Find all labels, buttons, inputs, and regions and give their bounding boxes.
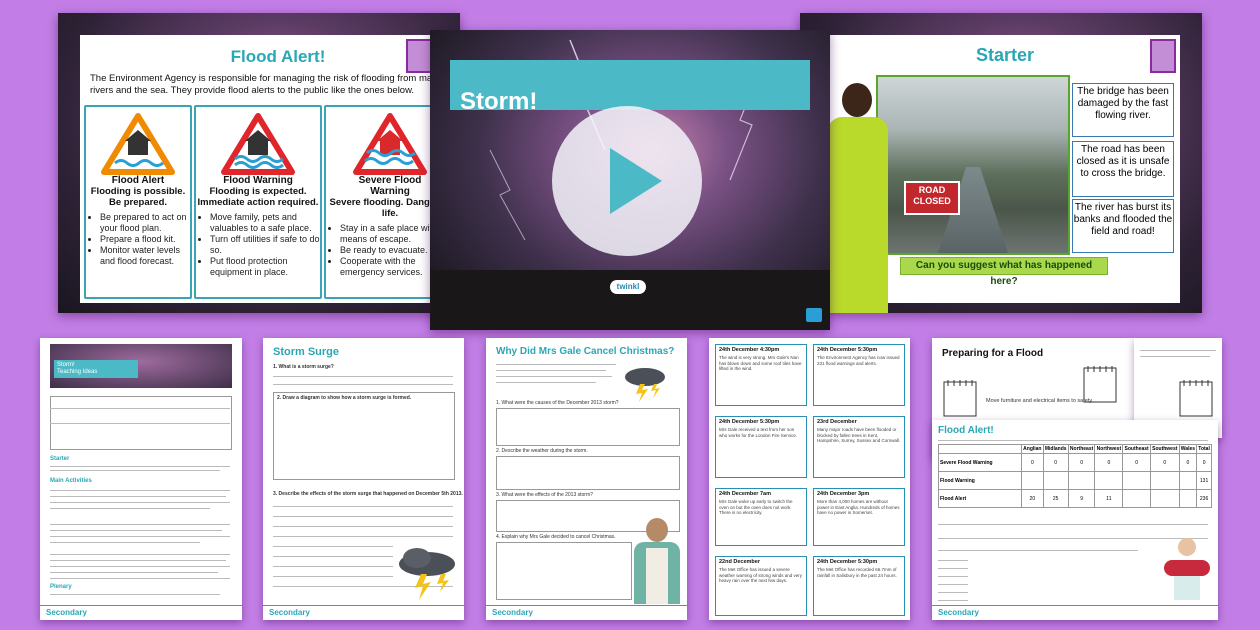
flood-table-page[interactable]: Flood Alert! Anglian Midlands Northeast … xyxy=(932,420,1218,620)
bullet: Move family, pets and valuables to a saf… xyxy=(210,212,320,234)
flood-warning-icon xyxy=(221,113,295,175)
storm-cloud-icon xyxy=(399,548,455,600)
flood-warning-card: Flood Warning Flooding is expected. Imme… xyxy=(194,105,322,299)
starter-slide[interactable]: Starter ROAD CLOSED The bridge has been … xyxy=(800,13,1202,313)
card-heading: Severe Flood Warning xyxy=(358,175,422,197)
flood-warnings-table: Anglian Midlands Northeast Northwest Sou… xyxy=(938,444,1212,508)
flood-alert-card: Flood Alert Flooding is possible. Be pre… xyxy=(84,105,192,299)
bullet: Prepare a flood kit. xyxy=(100,234,190,245)
flood-alert-icon xyxy=(101,113,175,175)
question-1: 1. What is a storm surge? xyxy=(273,364,334,370)
severe-flood-warning-icon xyxy=(353,113,427,175)
section-heading: Main Activities xyxy=(50,478,92,484)
bullet: Move furniture and electrical items to s… xyxy=(986,398,1094,404)
page-title: Preparing for a Flood xyxy=(942,348,1044,359)
road-closed-sign: ROAD CLOSED xyxy=(904,181,960,215)
bullet: Put flood protection equipment in place. xyxy=(210,256,320,278)
notepad-icon xyxy=(943,380,977,417)
mrs-gale-illustration xyxy=(634,518,680,604)
page-title: Storm! xyxy=(57,362,75,368)
event-card[interactable]: 24th December 4:30pm The wind is very str… xyxy=(715,344,807,406)
page-title: Flood Alert! xyxy=(938,425,994,436)
question-4: 4. Explain why Mrs Gale decided to cance… xyxy=(496,534,616,540)
flooded-road-photo: ROAD CLOSED xyxy=(876,75,1070,255)
ground xyxy=(430,270,830,330)
card-bullets: Be prepared to act on your flood plan. P… xyxy=(86,212,190,267)
twinkl-logo: twinkl xyxy=(610,280,646,294)
event-card[interactable]: 24th December 5:30pm The Environment Agen… xyxy=(813,344,905,406)
play-button[interactable] xyxy=(552,106,702,256)
storm-cloud-icon xyxy=(625,368,665,402)
slide-title: Starter xyxy=(975,45,1035,65)
page-footer: Secondary xyxy=(932,605,1218,620)
bullet: Turn off utilities if safe to do so. xyxy=(210,234,320,256)
page-footer: Secondary xyxy=(486,605,687,620)
slide-thumbnail-icon xyxy=(406,39,432,73)
person-illustration xyxy=(828,83,888,313)
sandbag-person-illustration xyxy=(1164,538,1210,600)
twinkl-badge-icon xyxy=(806,308,822,322)
note-bridge: The bridge has been damaged by the fast … xyxy=(1072,83,1174,137)
card-heading: Flood Alert xyxy=(111,175,165,186)
section-heading: Starter xyxy=(50,456,70,462)
question-2: 2. Draw a diagram to show how a storm su… xyxy=(277,395,412,401)
event-card[interactable]: 24th December 5:30pm Mrs Gale received a … xyxy=(715,416,807,478)
question-2: 2. Describe the weather during the storm… xyxy=(496,448,588,454)
question-3: 3. Describe the effects of the storm sur… xyxy=(273,491,463,497)
event-card[interactable]: 24th December 7am Mrs Gale woke up early … xyxy=(715,488,807,546)
card-heading: Flood Warning xyxy=(223,175,293,186)
slide-thumbnail-icon xyxy=(1150,39,1176,73)
section-heading: Plenary xyxy=(50,584,72,590)
flood-alert-slide[interactable]: Flood Alert! The Environment Agency is r… xyxy=(58,13,460,313)
note-road: The road has been closed as it is unsafe… xyxy=(1072,141,1174,197)
notepad-icon xyxy=(1179,380,1213,417)
event-cards-page[interactable]: 24th December 4:30pm The wind is very str… xyxy=(709,338,910,620)
event-card[interactable]: 24th December 3pm More than 4,000 homes a… xyxy=(813,488,905,546)
storm-surge-page[interactable]: Storm Surge 1. What is a storm surge? 2.… xyxy=(263,338,464,620)
mrs-gale-page[interactable]: Why Did Mrs Gale Cancel Christmas? 1. Wh… xyxy=(486,338,687,620)
page-footer: Secondary xyxy=(263,605,464,620)
question-1: 1. What were the causes of the December … xyxy=(496,400,619,406)
play-icon xyxy=(610,148,662,214)
canvas: { "slides": { "flood_alert": { "title": … xyxy=(0,0,1260,630)
card-bullets: Move family, pets and valuables to a saf… xyxy=(196,212,320,278)
bullet: Be prepared to act on your flood plan. xyxy=(100,212,190,234)
event-card[interactable]: 24th December 5:30pm The Met Office has r… xyxy=(813,556,905,616)
event-card[interactable]: 23rd December Many major roads have been … xyxy=(813,416,905,478)
card-subtitle: Flooding is possible. Be prepared. xyxy=(90,186,186,208)
page-subtitle: Teaching Ideas xyxy=(57,369,98,375)
page-title: Why Did Mrs Gale Cancel Christmas? xyxy=(496,346,675,357)
card-subtitle: Flooding is expected. Immediate action r… xyxy=(197,186,319,208)
page-footer: Secondary xyxy=(40,605,242,620)
diagram-box xyxy=(273,392,455,480)
question-3: 3. What were the effects of the 2013 sto… xyxy=(496,492,593,498)
page-title: Storm Surge xyxy=(273,346,340,358)
teaching-ideas-page[interactable]: Storm! Teaching Ideas Starter Main Activ… xyxy=(40,338,242,620)
slide-title: Flood Alert! xyxy=(230,47,326,66)
event-card[interactable]: 22nd December The Met Office has issued a… xyxy=(715,556,807,616)
intro-text: The Environment Agency is responsible fo… xyxy=(90,73,440,96)
storm-video-slide[interactable]: Storm! twinkl xyxy=(430,30,830,330)
question-banner: Can you suggest what has happened here? xyxy=(900,257,1108,287)
note-river: The river has burst its banks and floode… xyxy=(1072,199,1174,253)
bullet: Monitor water levels and flood forecast. xyxy=(100,245,190,267)
